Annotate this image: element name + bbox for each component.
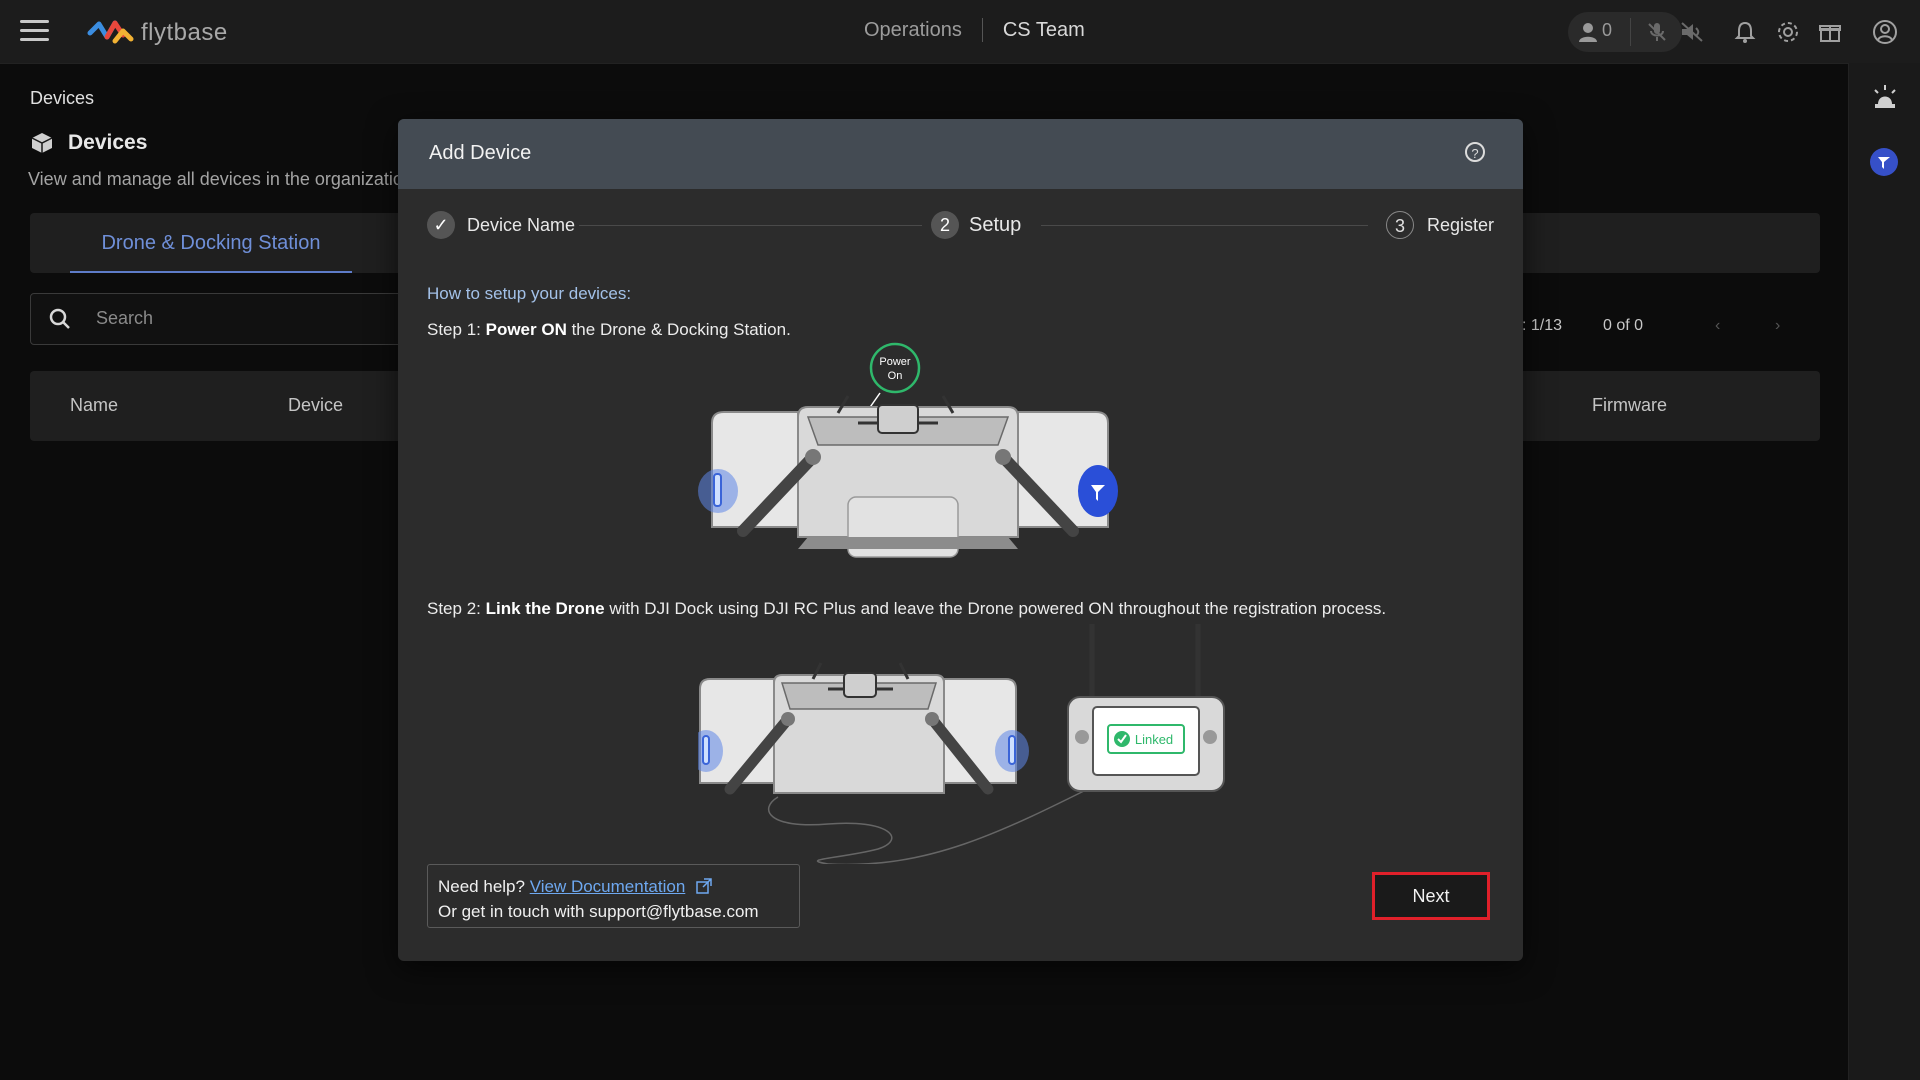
search-placeholder: Search	[96, 308, 154, 328]
pill-divider	[1630, 18, 1631, 46]
modal-header: Add Device ?	[398, 119, 1523, 189]
help-text: Need help? View Documentation	[438, 877, 712, 897]
page-description: View and manage all devices in the organ…	[28, 169, 400, 189]
gift-icon[interactable]	[1818, 20, 1842, 44]
step-done-check-icon: ✓	[427, 211, 455, 239]
support-contact: Or get in touch with support@flytbase.co…	[438, 902, 759, 921]
flytbase-assistant-icon[interactable]	[1869, 147, 1899, 177]
column-device[interactable]: Device	[288, 395, 343, 416]
step2-text: Step 2: Link the Drone with DJI Dock usi…	[427, 599, 1387, 618]
linked-label: Linked	[1135, 732, 1173, 747]
nav-operations[interactable]: Operations	[864, 19, 962, 42]
search-input[interactable]: Search	[30, 293, 412, 345]
next-button[interactable]: Next	[1372, 872, 1490, 920]
stepper: ✓ Device Name 2 Setup 3 Register	[398, 189, 1523, 259]
top-bar: flytbase Operations CS Team 0	[0, 0, 1920, 64]
right-rail	[1848, 63, 1920, 1080]
external-link-icon[interactable]	[696, 878, 712, 894]
help-box: Need help? View Documentation Or get in …	[427, 864, 800, 928]
nav-team[interactable]: CS Team	[1003, 19, 1085, 42]
profile-icon[interactable]	[1872, 19, 1898, 45]
speaker-off-icon[interactable]	[1679, 20, 1705, 44]
step-number-2: 2	[931, 211, 959, 239]
power-on-label: Power	[879, 356, 911, 368]
dock-link-rc-illustration: Linked	[698, 624, 1225, 864]
svg-text:On: On	[888, 370, 903, 382]
how-to-heading: How to setup your devices:	[427, 284, 632, 303]
step-number-3: 3	[1386, 211, 1414, 239]
pager-page: : 1/13	[1522, 317, 1563, 334]
flytbase-logo[interactable]: flytbase	[87, 18, 228, 48]
step-register: Register	[1427, 215, 1495, 235]
tab-drone-docking-station[interactable]: Drone & Docking Station	[70, 213, 352, 273]
add-device-modal: Add Device ? ✓ Device Name 2 Setup 3 Reg…	[398, 119, 1523, 961]
page-title: Devices	[68, 131, 148, 154]
step-connector	[1041, 225, 1368, 226]
pager-count: 0 of 0	[1603, 317, 1644, 334]
brand-name: flytbase	[141, 19, 228, 46]
nav-divider	[981, 18, 983, 42]
devices-box-icon	[30, 131, 54, 155]
prev-page-icon[interactable]: ‹	[1715, 317, 1720, 335]
breadcrumb[interactable]: Devices	[30, 88, 94, 109]
view-documentation-link[interactable]: View Documentation	[530, 877, 686, 896]
dock-power-on-illustration: Power On	[698, 342, 1118, 558]
alarm-icon[interactable]	[1870, 82, 1900, 112]
step-device-name: Device Name	[467, 215, 576, 235]
column-firmware[interactable]: Firmware	[1592, 395, 1667, 416]
bell-icon[interactable]	[1734, 20, 1756, 44]
step-connector	[579, 225, 922, 226]
search-icon	[49, 308, 71, 330]
flytbase-logo-mark-icon	[87, 20, 134, 44]
column-name[interactable]: Name	[70, 395, 118, 416]
next-page-icon[interactable]: ›	[1775, 317, 1780, 335]
gear-icon[interactable]	[1776, 20, 1800, 44]
menu-icon[interactable]	[20, 20, 49, 42]
user-count: 0	[1602, 20, 1613, 40]
user-icon[interactable]	[1576, 20, 1600, 44]
modal-title: Add Device	[429, 142, 532, 164]
step-setup: Setup	[969, 214, 1022, 236]
help-icon[interactable]: ?	[1465, 142, 1485, 162]
mic-off-icon[interactable]	[1645, 20, 1669, 44]
step1-text: Step 1: Power ON the Drone & Docking Sta…	[427, 320, 791, 339]
